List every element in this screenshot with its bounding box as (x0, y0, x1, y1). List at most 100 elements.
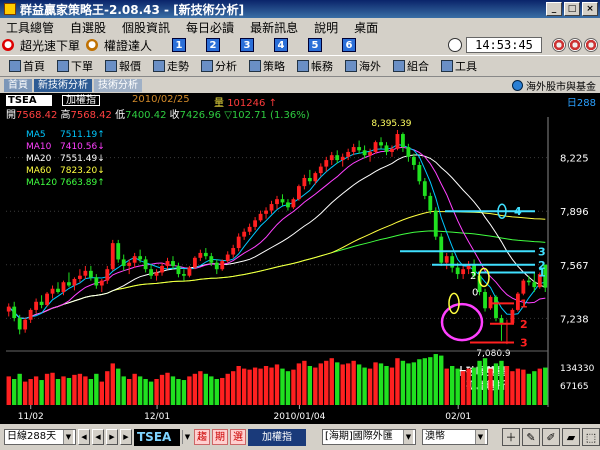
nav-prev-button[interactable]: ◀ (92, 429, 104, 445)
candle-body (182, 274, 186, 276)
candle-body (461, 269, 466, 275)
tag-futures[interactable]: 期 (212, 429, 228, 445)
nav-next-button[interactable]: ▶ (106, 429, 118, 445)
tools-button[interactable]: 工具 (436, 57, 482, 75)
quote-button[interactable]: 報價 (100, 57, 146, 75)
layout-button-2[interactable]: 2 (206, 38, 221, 52)
layout-button-4[interactable]: 4 (274, 38, 289, 52)
volume-bar (411, 362, 417, 405)
candle-body (198, 252, 203, 258)
volume-bar (466, 368, 471, 405)
candle-body (160, 265, 164, 273)
account-button[interactable]: 帳務 (292, 57, 338, 75)
minimize-button[interactable]: _ (546, 2, 562, 16)
volume-bar (510, 371, 515, 405)
expand-icon[interactable]: ⬚ (582, 428, 600, 446)
volume-bar (192, 373, 198, 405)
volume-bar (66, 377, 72, 405)
symbol-label[interactable]: TSEA (6, 95, 52, 106)
layout-button-6[interactable]: 6 (342, 38, 357, 52)
candlestick-chart[interactable]: 8,225 7,896 7,567 7,238 MA5 7511.19↑ MA10 7410.… (0, 117, 600, 424)
clock-icon (448, 38, 462, 52)
layout-button-1[interactable]: 1 (172, 38, 187, 52)
layout-button-5[interactable]: 5 (308, 38, 323, 52)
volume-bar (132, 373, 137, 405)
y-tick-label: 7,567 (560, 261, 589, 272)
candle-body (231, 248, 236, 255)
window-controls: _ □ × (546, 2, 598, 16)
warrant-icon: ● (86, 39, 99, 51)
candle-body (23, 319, 28, 330)
candle-body (444, 256, 449, 263)
layout-button-3[interactable]: 3 (240, 38, 255, 52)
volume-bar (526, 373, 532, 405)
menu-bar: 工具總管 自選股 個股資訊 每日必讀 最新訊息 說明 桌面 (0, 18, 600, 36)
tab-technical[interactable]: 技術分析 (94, 79, 142, 92)
menu-stock-info[interactable]: 個股資訊 (120, 19, 172, 36)
volume-bar (126, 379, 132, 405)
market-select[interactable]: [海期]國際外匯 ▼ (322, 429, 416, 445)
tag-trend[interactable]: 趨 (194, 429, 210, 445)
tag-options[interactable]: 選 (230, 429, 246, 445)
overseas-button[interactable]: 海外 (340, 57, 386, 75)
volume-bar (263, 366, 269, 405)
menu-daily[interactable]: 每日必讀 (184, 19, 236, 36)
volume-bar (439, 355, 444, 405)
eraser-icon[interactable]: ▰ (562, 428, 580, 446)
index-button[interactable]: 加權指 (248, 428, 306, 446)
chevron-down-icon[interactable]: ▼ (182, 430, 192, 444)
volume-bar (285, 371, 291, 405)
candle-body (242, 231, 247, 237)
volume-bar (395, 358, 400, 405)
pencil-icon[interactable]: ✐ (542, 428, 560, 446)
technical-chart-panel[interactable]: TSEA 加權指 2010/02/25 量 101246 ↑ 日288 開756… (0, 93, 600, 424)
volume-bar (225, 373, 230, 405)
volume-bar (417, 359, 422, 405)
maximize-button[interactable]: □ (564, 2, 580, 16)
nav-last-button[interactable]: ▶ (120, 429, 132, 445)
volume-bar (94, 373, 99, 405)
menu-help[interactable]: 說明 (312, 19, 340, 36)
candle-body (105, 269, 110, 281)
analysis-button[interactable]: 分析 (196, 57, 242, 75)
nav-first-button[interactable]: ◀ (78, 429, 90, 445)
close-button[interactable]: × (582, 2, 598, 16)
currency-select[interactable]: 澳幣 ▼ (422, 429, 488, 445)
volume-bar (340, 364, 345, 405)
lifebuoy-icon[interactable] (552, 38, 566, 52)
volume-bar (428, 357, 433, 405)
resistance-number: 1 (538, 266, 546, 279)
volume-bar (55, 379, 61, 405)
order-button[interactable]: 下單 (52, 57, 98, 75)
lifebuoy-icon[interactable] (584, 38, 598, 52)
volume-bar (121, 376, 126, 405)
combo-button[interactable]: 組合 (388, 57, 434, 75)
volume-bar (231, 371, 236, 405)
x-tick-label: 2010/01/04 (273, 412, 325, 422)
volume-bar (433, 354, 438, 405)
menu-news[interactable]: 最新訊息 (248, 19, 300, 36)
period-select[interactable]: 日線288天 ▼ (4, 429, 76, 445)
overseas-link[interactable]: 海外股市與基金 (512, 78, 596, 93)
menu-tools[interactable]: 工具總管 (4, 19, 56, 36)
volume-bar (39, 380, 44, 405)
menu-desktop[interactable]: 桌面 (352, 19, 380, 36)
menu-watchlist[interactable]: 自選股 (68, 19, 108, 36)
tab-new-technical[interactable]: 新技術分析 (34, 79, 92, 92)
candle-body (357, 147, 362, 151)
candle-body (483, 292, 487, 309)
candle-body (154, 272, 159, 276)
warrant-button[interactable]: 權證達人 (104, 37, 152, 54)
candle-body (302, 178, 307, 187)
wrench-icon[interactable]: ✎ (522, 428, 540, 446)
tab-home[interactable]: 首頁 (4, 79, 32, 92)
candle-body (258, 213, 263, 221)
strategy-button[interactable]: 策略 (244, 57, 290, 75)
ma-legend-value: 7663.89↑ (60, 178, 105, 188)
trend-button[interactable]: 走勢 (148, 57, 194, 75)
add-icon[interactable]: ＋ (502, 428, 520, 446)
symbol-input[interactable]: TSEA (134, 428, 180, 446)
home-button[interactable]: 首頁 (4, 57, 50, 75)
lifebuoy-icon[interactable] (568, 38, 582, 52)
fast-order-button[interactable]: 超光速下單 (20, 37, 80, 54)
